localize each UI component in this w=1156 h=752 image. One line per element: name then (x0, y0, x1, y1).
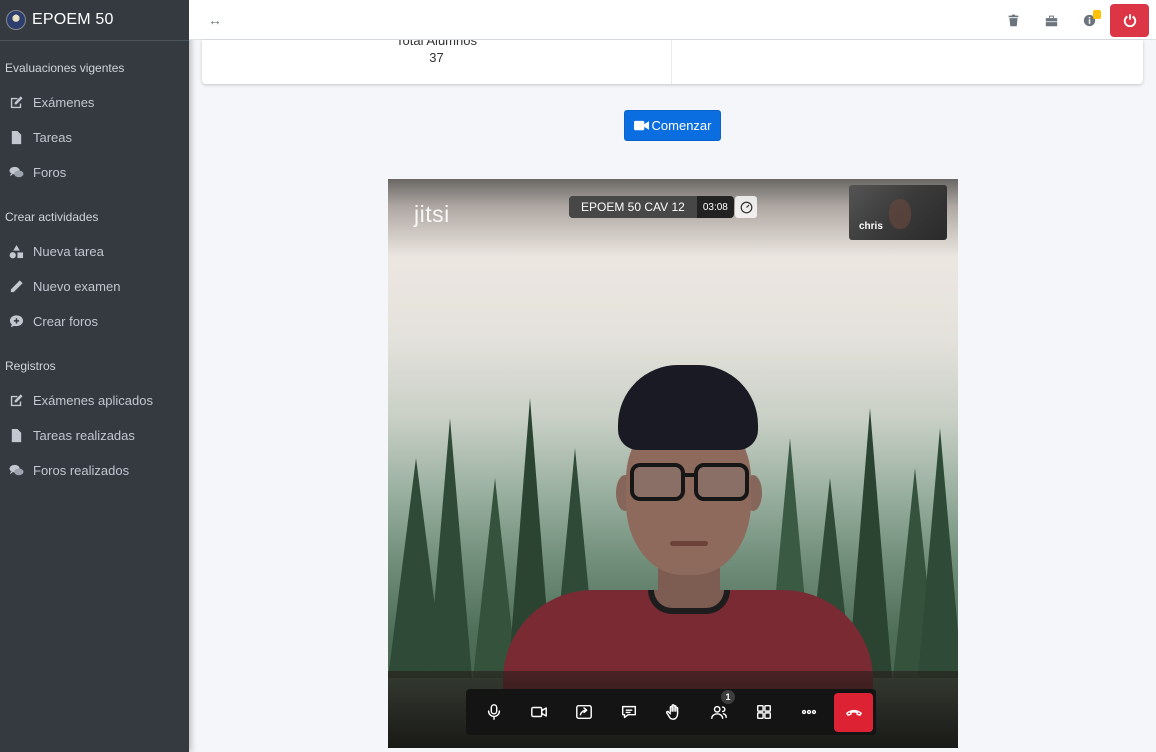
top-navbar: ↔ (189, 0, 1156, 40)
stat-label: Total Alumnos (396, 40, 477, 48)
participant-video (503, 365, 873, 720)
start-button-label: Comenzar (651, 118, 712, 133)
hangup-icon[interactable] (834, 692, 873, 732)
power-icon[interactable] (1110, 3, 1149, 37)
brand-link[interactable]: EPOEM 50 (0, 0, 189, 41)
participants-count-badge: 1 (721, 690, 735, 704)
edit-icon (9, 393, 24, 408)
sidebar-item-label: Crear foros (33, 314, 99, 329)
sidebar-item-tareas-realizadas[interactable]: Tareas realizadas (0, 418, 189, 453)
start-meeting-button[interactable]: Comenzar (624, 110, 721, 141)
chat-icon[interactable] (606, 692, 651, 732)
stats-card: Total Alumnos 37 (202, 40, 1143, 84)
comments-icon (9, 165, 24, 180)
section-header-registros: Registros (5, 359, 56, 373)
sidebar: EPOEM 50 Evaluaciones vigentes Exámenes … (0, 0, 189, 752)
sidebar-item-nuevo-examen[interactable]: Nuevo examen (0, 269, 189, 304)
meeting-name: EPOEM 50 CAV 12 (569, 196, 697, 218)
sidebar-item-tareas[interactable]: Tareas (0, 120, 189, 155)
sidebar-item-crear-foros[interactable]: Crear foros (0, 304, 189, 339)
edit-icon (9, 95, 24, 110)
file-icon (9, 130, 24, 145)
section-header-crear: Crear actividades (5, 210, 99, 224)
connection-quality-icon[interactable] (735, 196, 757, 218)
sidebar-item-label: Foros (33, 165, 67, 180)
meeting-title-pill: EPOEM 50 CAV 12 03:08 (569, 196, 734, 218)
sidebar-item-label: Nueva tarea (33, 244, 104, 259)
stat-value: 37 (429, 50, 444, 65)
sidebar-item-label: Exámenes (33, 95, 95, 110)
sidebar-item-nueva-tarea[interactable]: Nueva tarea (0, 234, 189, 269)
pencil-icon (9, 279, 24, 294)
jitsi-meeting-frame[interactable]: jitsi EPOEM 50 CAV 12 03:08 chris 1 (388, 179, 958, 748)
raise-hand-icon[interactable] (651, 692, 696, 732)
comments-icon (9, 463, 24, 478)
toolbox-icon[interactable] (1032, 0, 1070, 40)
sidebar-item-label: Tareas (33, 130, 73, 145)
tile-view-icon[interactable] (741, 692, 786, 732)
jitsi-logo[interactable]: jitsi (414, 201, 450, 228)
file-icon (9, 428, 24, 443)
sidebar-item-label: Exámenes aplicados (33, 393, 153, 408)
comment-plus-icon (9, 314, 24, 329)
info-icon[interactable] (1070, 0, 1108, 40)
sidebar-item-label: Foros realizados (33, 463, 130, 478)
trash-icon[interactable] (994, 0, 1032, 40)
video-camera-icon (633, 120, 649, 131)
stat-total-alumnos: Total Alumnos 37 (202, 40, 672, 84)
meeting-toolbar: 1 (466, 689, 876, 735)
section-header-evaluaciones: Evaluaciones vigentes (5, 61, 125, 75)
sidebar-item-foros-realizados[interactable]: Foros realizados (0, 453, 189, 488)
thumbnail-name: chris (859, 221, 883, 232)
school-logo-icon (6, 10, 26, 30)
sidebar-item-foros[interactable]: Foros (0, 155, 189, 190)
notification-badge (1093, 10, 1101, 19)
share-screen-icon[interactable] (561, 692, 606, 732)
more-options-icon[interactable] (786, 692, 831, 732)
sidebar-item-examenes-aplicados[interactable]: Exámenes aplicados (0, 383, 189, 418)
sidebar-item-label: Tareas realizadas (33, 428, 135, 443)
microphone-icon[interactable] (471, 692, 516, 732)
meeting-timer: 03:08 (696, 196, 734, 218)
participant-thumbnail[interactable]: chris (849, 185, 947, 240)
sidebar-item-examenes[interactable]: Exámenes (0, 85, 189, 120)
sidebar-item-label: Nuevo examen (33, 279, 121, 294)
camera-icon[interactable] (516, 692, 561, 732)
brand-name: EPOEM 50 (32, 11, 114, 28)
participants-icon[interactable]: 1 (696, 690, 741, 732)
shapes-icon (9, 244, 24, 259)
sidebar-toggle-icon[interactable]: ↔ (208, 12, 222, 28)
navbar-actions (994, 0, 1156, 40)
